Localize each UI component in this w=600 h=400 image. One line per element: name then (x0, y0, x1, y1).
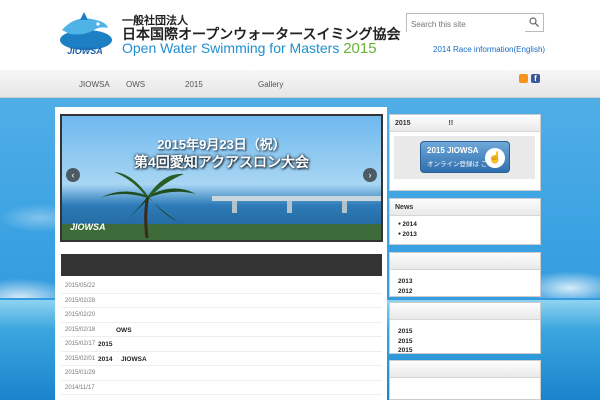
slider-prev-button[interactable]: ‹ (66, 168, 80, 182)
list-item[interactable]: 2015/02/18 OWS (61, 323, 382, 337)
sidebar-widget-results: 2015 2015 2015 (389, 302, 541, 354)
nav-item-2015[interactable]: 2015 (185, 80, 203, 89)
news-archive-list: 2014 2013 (390, 216, 540, 239)
search-icon[interactable] (528, 16, 540, 28)
slide-bridge (212, 196, 381, 201)
main-nav: JIOWSA OWS 2015 Gallery (0, 70, 600, 98)
slide-event-date: 2015年9月23日（祝） (157, 137, 286, 152)
sidebar-item-2013[interactable]: 2013 (398, 230, 540, 240)
slider-next-button[interactable]: › (363, 168, 377, 182)
race-information-link[interactable]: 2014 Race information(English) (433, 45, 545, 54)
sidebar-item-2015[interactable]: 2015 (398, 327, 540, 337)
widget-title (390, 253, 540, 270)
news-date: 2015/02/18 (65, 326, 96, 333)
nav-item-jiowsa[interactable]: JIOWSA (79, 80, 110, 89)
list-item[interactable]: 2015/02/28 (61, 294, 382, 308)
sidebar-widget-news: News 2014 2013 (389, 198, 541, 245)
site-header: JIOWSA 一般社団法人 日本国際オープンウォータースイミング協会 Open … (0, 0, 600, 70)
online-registration-button[interactable]: 2015 JIOWSA オンライン登録は こちら ☝ (420, 141, 510, 173)
widget-title (390, 361, 540, 378)
news-tag: 2015 (98, 341, 113, 348)
facebook-icon[interactable]: f (531, 74, 540, 83)
nav-item-gallery[interactable]: Gallery (258, 80, 283, 89)
sidebar-widget-archive: 2013 2012 (389, 252, 541, 297)
news-list: 2015/05/22 2015/02/28 2015/02/20 2015/02… (61, 279, 382, 395)
sidebar-widget-registration: 2015 !! 2015 JIOWSA オンライン登録は こちら ☝ (389, 114, 541, 191)
rss-icon[interactable] (519, 74, 528, 83)
sidebar-item-2014[interactable]: 2014 (398, 220, 540, 230)
widget-title-suffix: !! (448, 120, 454, 127)
results-list: 2015 2015 2015 (390, 320, 540, 356)
archive-list: 2013 2012 (390, 270, 540, 296)
slide-event-title: 第4回愛知アクアスロン大会 (133, 154, 310, 170)
palm-tree-image (100, 172, 196, 238)
widget-title: News (390, 199, 540, 216)
news-date: 2015/02/28 (65, 297, 96, 304)
news-tag: OWS (116, 326, 132, 334)
registration-banner: 2015 JIOWSA オンライン登録は こちら ☝ (394, 136, 535, 179)
image-slider[interactable]: 2015年9月23日（祝） 第4回愛知アクアスロン大会 JIOWSA ‹ › (60, 114, 383, 242)
register-line1: 2015 JIOWSA (427, 146, 479, 155)
search-box (406, 13, 544, 33)
nav-item-ows[interactable]: OWS (126, 80, 145, 89)
list-item[interactable]: 2014/11/17 (61, 381, 382, 395)
sidebar-item-2013[interactable]: 2013 (398, 277, 540, 287)
news-header-bar (61, 254, 382, 276)
list-item[interactable]: 2015/02/20 (61, 308, 382, 323)
slide-logo-text: JIOWSA (70, 222, 106, 232)
sidebar-item-2012[interactable]: 2012 (398, 287, 540, 297)
org-subtitle-year: 2015 (343, 40, 377, 57)
news-date: 2015/02/17 (65, 341, 96, 347)
sidebar-item-2015[interactable]: 2015 (398, 346, 540, 356)
sidebar-item-2015[interactable]: 2015 (398, 337, 540, 347)
list-item[interactable]: 2015/02/01 2014 JIOWSA (61, 352, 382, 366)
news-tag: JIOWSA (121, 355, 147, 363)
news-date: 2014/11/17 (65, 384, 95, 391)
list-item[interactable]: 2015/05/22 (61, 279, 382, 294)
dolphin-logo-icon[interactable]: JIOWSA (56, 10, 114, 58)
pointer-hand-icon: ☝ (485, 148, 505, 168)
widget-title (390, 303, 540, 320)
list-item[interactable]: 2015/01/29 (61, 366, 382, 381)
news-date: 2015/01/29 (65, 370, 96, 376)
org-subtitle: Open Water Swimming for Masters 2015 (122, 40, 377, 57)
widget-title: 2015 !! (390, 115, 540, 132)
logo-text: JIOWSA (67, 46, 103, 56)
slide-pier (232, 201, 237, 213)
slide-pier (287, 201, 292, 213)
news-tag: 2014 (98, 355, 113, 363)
slide-pier (342, 201, 347, 213)
sidebar-widget-extra (389, 360, 541, 400)
news-date: 2015/05/22 (65, 283, 96, 289)
list-item[interactable]: 2015/02/17 2015 (61, 337, 382, 352)
news-date: 2015/02/01 (65, 355, 96, 362)
widget-title-year: 2015 (395, 120, 411, 127)
org-subtitle-text: Open Water Swimming for Masters (122, 40, 340, 56)
news-date: 2015/02/20 (65, 312, 96, 318)
search-input[interactable] (407, 16, 525, 33)
